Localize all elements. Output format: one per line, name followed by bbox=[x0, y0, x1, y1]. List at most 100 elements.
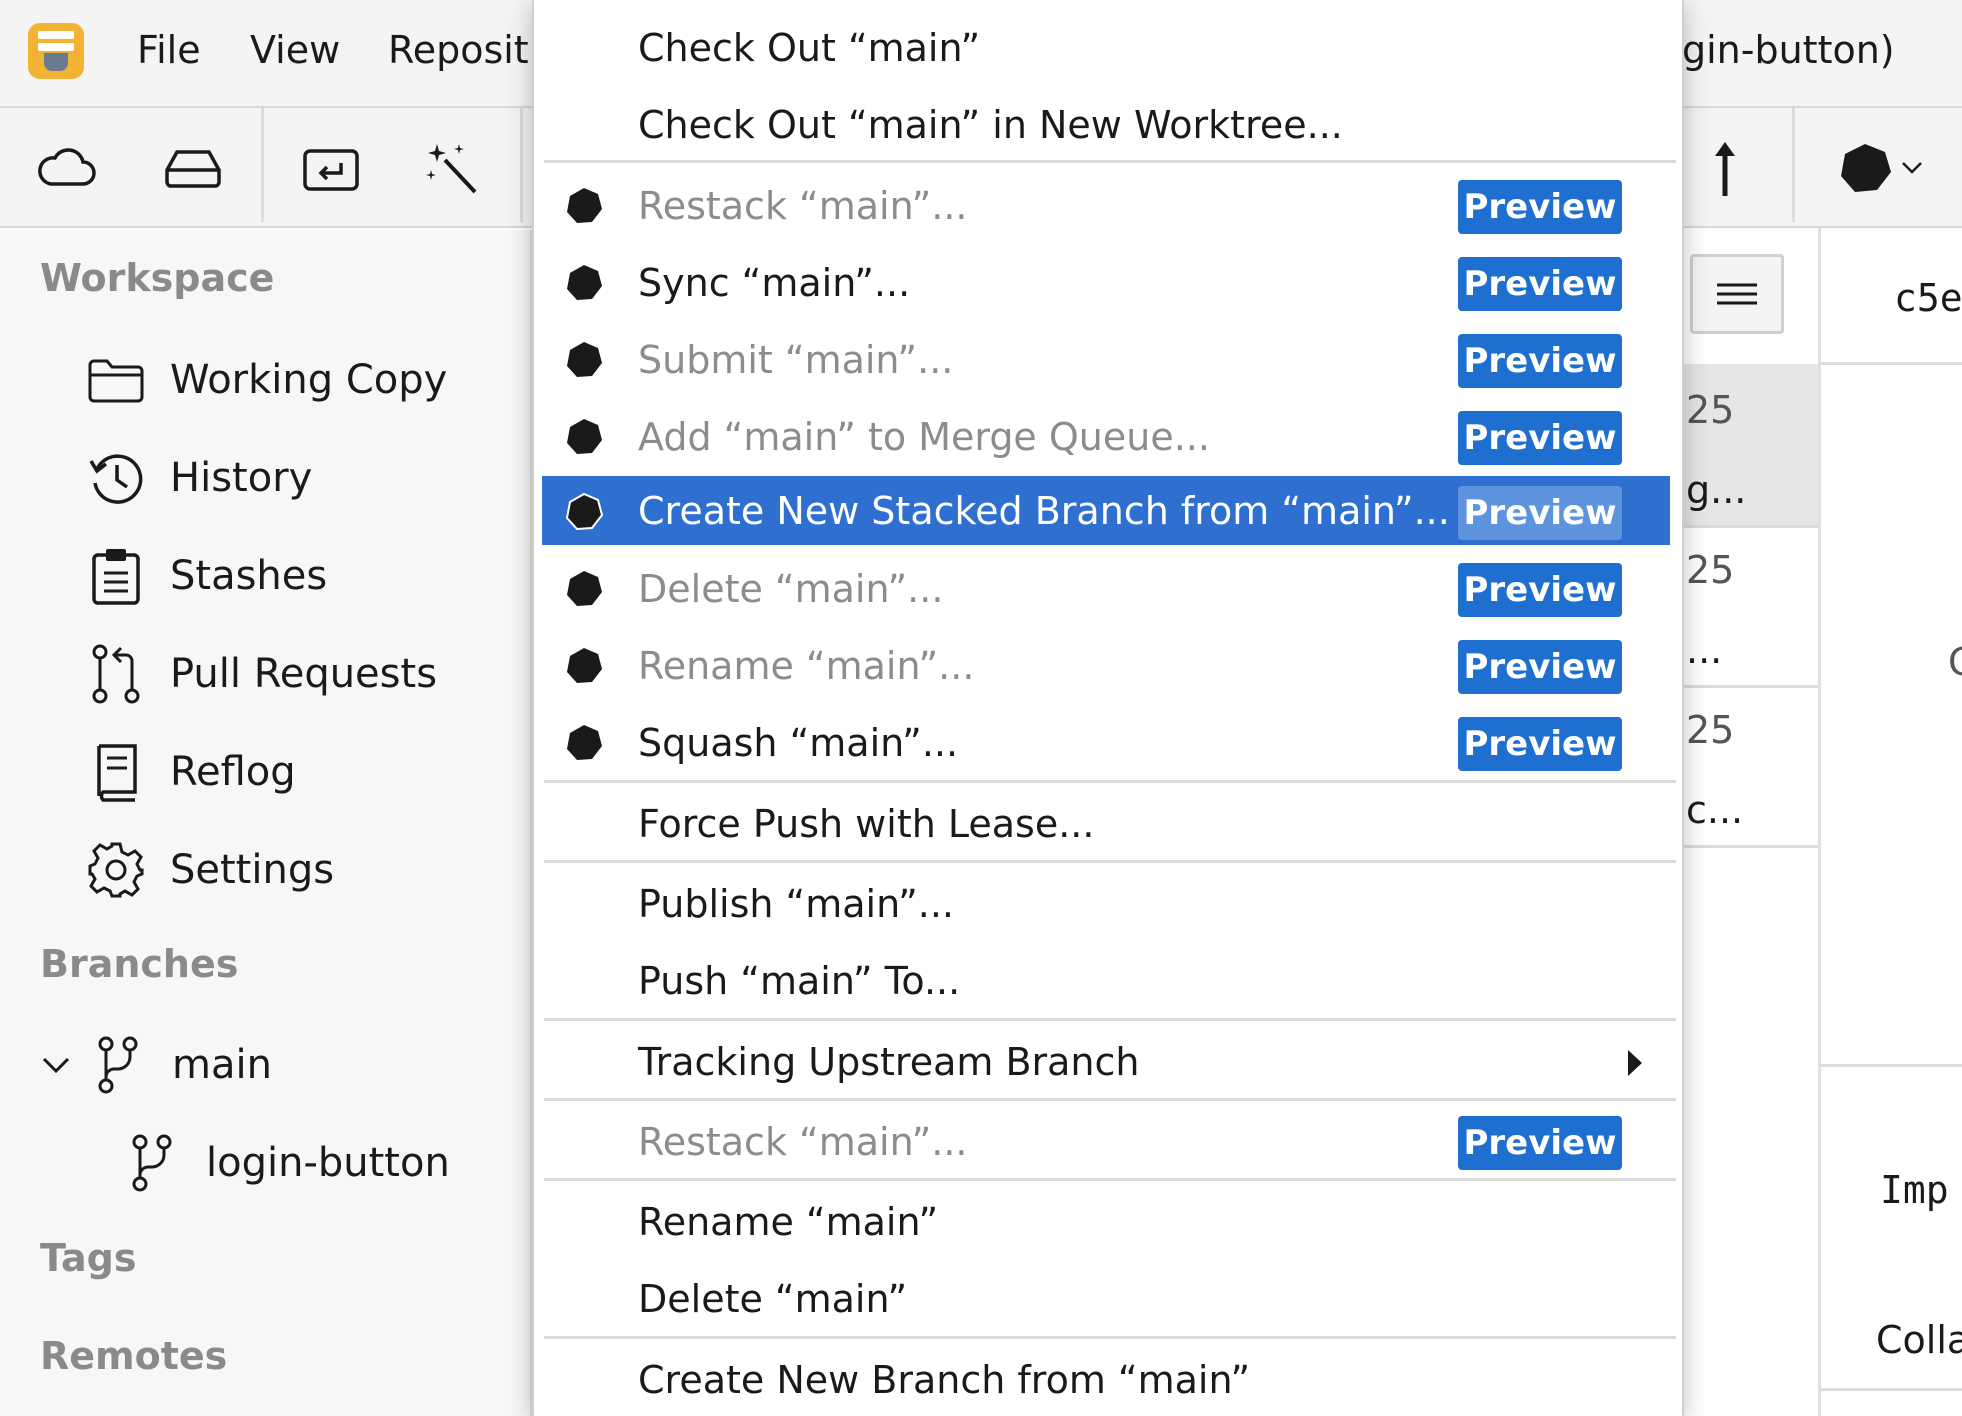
menu-item-add-to-merge-queue[interactable]: Add “main” to Merge Queue... Preview bbox=[542, 401, 1670, 473]
sidebar-item-history[interactable]: History bbox=[84, 443, 312, 513]
graphite-icon bbox=[567, 571, 602, 606]
menu-item-delete[interactable]: Delete “main” bbox=[542, 1263, 1670, 1335]
menu-file[interactable]: File bbox=[137, 28, 201, 72]
branch-icon bbox=[120, 1131, 184, 1195]
graphite-icon bbox=[567, 188, 602, 223]
preview-badge: Preview bbox=[1458, 1116, 1622, 1170]
graphite-icon bbox=[567, 265, 602, 300]
detail-edge-letter: C bbox=[1948, 640, 1962, 684]
preview-badge: Preview bbox=[1458, 257, 1622, 311]
chevron-down-icon[interactable] bbox=[36, 1056, 76, 1074]
menu-item-rename-preview[interactable]: Rename “main”... Preview bbox=[542, 630, 1670, 702]
menu-item-delete-preview[interactable]: Delete “main”... Preview bbox=[542, 553, 1670, 625]
list-options-button[interactable] bbox=[1690, 254, 1784, 334]
menu-item-create-stacked-branch[interactable]: Create New Stacked Branch from “main”...… bbox=[542, 476, 1670, 545]
sidebar-item-working-copy[interactable]: Working Copy bbox=[84, 345, 447, 415]
commit-date: 25 bbox=[1686, 708, 1735, 752]
menu-separator bbox=[544, 1178, 1676, 1181]
commit-hash: c5e bbox=[1894, 276, 1962, 320]
clipboard-icon bbox=[84, 544, 148, 608]
magic-wand-icon bbox=[426, 144, 477, 194]
branch-icon bbox=[86, 1033, 150, 1097]
preview-badge: Preview bbox=[1458, 486, 1622, 540]
menu-item-check-out-worktree[interactable]: Check Out “main” in New Worktree... bbox=[542, 89, 1670, 161]
sidebar-item-label: Working Copy bbox=[170, 357, 448, 403]
drive-button[interactable] bbox=[158, 136, 228, 200]
menu-item-sync[interactable]: Sync “main”... Preview bbox=[542, 247, 1670, 319]
branch-label: login-button bbox=[206, 1140, 450, 1186]
graphite-icon bbox=[567, 725, 602, 760]
sidebar-item-reflog[interactable]: Reflog bbox=[84, 737, 296, 807]
preview-badge: Preview bbox=[1458, 334, 1622, 388]
window-title: gin-button) bbox=[1682, 28, 1895, 72]
menu-lines-icon bbox=[1717, 283, 1757, 305]
cloud-icon bbox=[38, 148, 96, 186]
pull-request-icon bbox=[84, 642, 148, 706]
menu-item-restack[interactable]: Restack “main”... Preview bbox=[542, 170, 1670, 242]
commit-subject: ... bbox=[1686, 628, 1723, 672]
section-title-workspace: Workspace bbox=[40, 256, 275, 300]
drive-icon bbox=[165, 150, 221, 188]
commit-subject: g... bbox=[1686, 468, 1747, 512]
preview-badge: Preview bbox=[1458, 411, 1622, 465]
app-logo-icon bbox=[28, 23, 84, 79]
sidebar-item-label: Reflog bbox=[170, 749, 296, 795]
pane-divider bbox=[1818, 228, 1821, 1416]
menu-item-submit[interactable]: Submit “main”... Preview bbox=[542, 324, 1670, 396]
menu-item-check-out[interactable]: Check Out “main” bbox=[542, 12, 1670, 84]
section-title-branches: Branches bbox=[40, 942, 239, 986]
branch-login-button[interactable]: login-button bbox=[120, 1128, 450, 1198]
folder-return-icon bbox=[303, 149, 359, 191]
menu-view[interactable]: View bbox=[250, 28, 340, 72]
sidebar: Workspace Working Copy History Stashes P… bbox=[0, 230, 532, 1416]
section-title-remotes[interactable]: Remotes bbox=[40, 1334, 227, 1378]
cloud-button[interactable] bbox=[32, 136, 102, 200]
branch-main[interactable]: main bbox=[36, 1030, 272, 1100]
branch-label: main bbox=[172, 1042, 272, 1088]
preview-badge: Preview bbox=[1458, 717, 1622, 771]
history-icon bbox=[84, 446, 148, 510]
graphite-icon bbox=[567, 342, 602, 377]
menu-item-push-to[interactable]: Push “main” To... bbox=[542, 945, 1670, 1017]
arrow-up-icon bbox=[1715, 142, 1735, 196]
book-icon bbox=[84, 740, 148, 804]
menu-separator bbox=[544, 1098, 1676, 1101]
menu-item-rename[interactable]: Rename “main” bbox=[542, 1186, 1670, 1258]
sidebar-item-label: Settings bbox=[170, 847, 335, 893]
preview-badge: Preview bbox=[1458, 640, 1622, 694]
checkout-button[interactable] bbox=[296, 136, 366, 200]
menu-separator bbox=[544, 1018, 1676, 1021]
commit-date: 25 bbox=[1686, 548, 1735, 592]
menu-item-squash[interactable]: Squash “main”... Preview bbox=[542, 707, 1670, 779]
graphite-dropdown-button[interactable] bbox=[1830, 136, 1930, 200]
chevron-down-icon bbox=[1902, 162, 1922, 174]
commit-subject: c... bbox=[1686, 788, 1744, 832]
sidebar-item-label: Stashes bbox=[170, 553, 328, 599]
sidebar-item-pull-requests[interactable]: Pull Requests bbox=[84, 639, 437, 709]
commit-date: 25 bbox=[1686, 388, 1735, 432]
commit-detail-title: Imp bbox=[1880, 1168, 1949, 1212]
commit-detail-text: Colla bbox=[1876, 1318, 1962, 1362]
preview-badge: Preview bbox=[1458, 563, 1622, 617]
gear-icon bbox=[84, 838, 148, 902]
sidebar-item-label: History bbox=[170, 455, 313, 501]
sidebar-item-label: Pull Requests bbox=[170, 651, 438, 697]
menu-repository[interactable]: Reposit bbox=[388, 28, 529, 72]
menu-item-publish[interactable]: Publish “main”... bbox=[542, 868, 1670, 940]
menu-item-create-branch[interactable]: Create New Branch from “main” bbox=[542, 1344, 1670, 1416]
sidebar-item-settings[interactable]: Settings bbox=[84, 835, 334, 905]
menu-item-restack-2[interactable]: Restack “main”... Preview bbox=[542, 1106, 1670, 1178]
graphite-icon bbox=[567, 419, 602, 454]
menu-item-tracking-upstream[interactable]: Tracking Upstream Branch bbox=[542, 1026, 1670, 1098]
folder-icon bbox=[84, 348, 148, 412]
graphite-icon bbox=[1841, 144, 1891, 192]
sidebar-item-stashes[interactable]: Stashes bbox=[84, 541, 327, 611]
magic-button[interactable] bbox=[418, 136, 488, 200]
graphite-icon bbox=[565, 492, 604, 531]
menu-separator bbox=[544, 160, 1676, 163]
menu-separator bbox=[544, 860, 1676, 863]
graphite-icon bbox=[567, 648, 602, 683]
menu-item-force-push[interactable]: Force Push with Lease... bbox=[542, 788, 1670, 860]
section-title-tags[interactable]: Tags bbox=[40, 1236, 136, 1280]
push-button[interactable] bbox=[1690, 136, 1760, 200]
